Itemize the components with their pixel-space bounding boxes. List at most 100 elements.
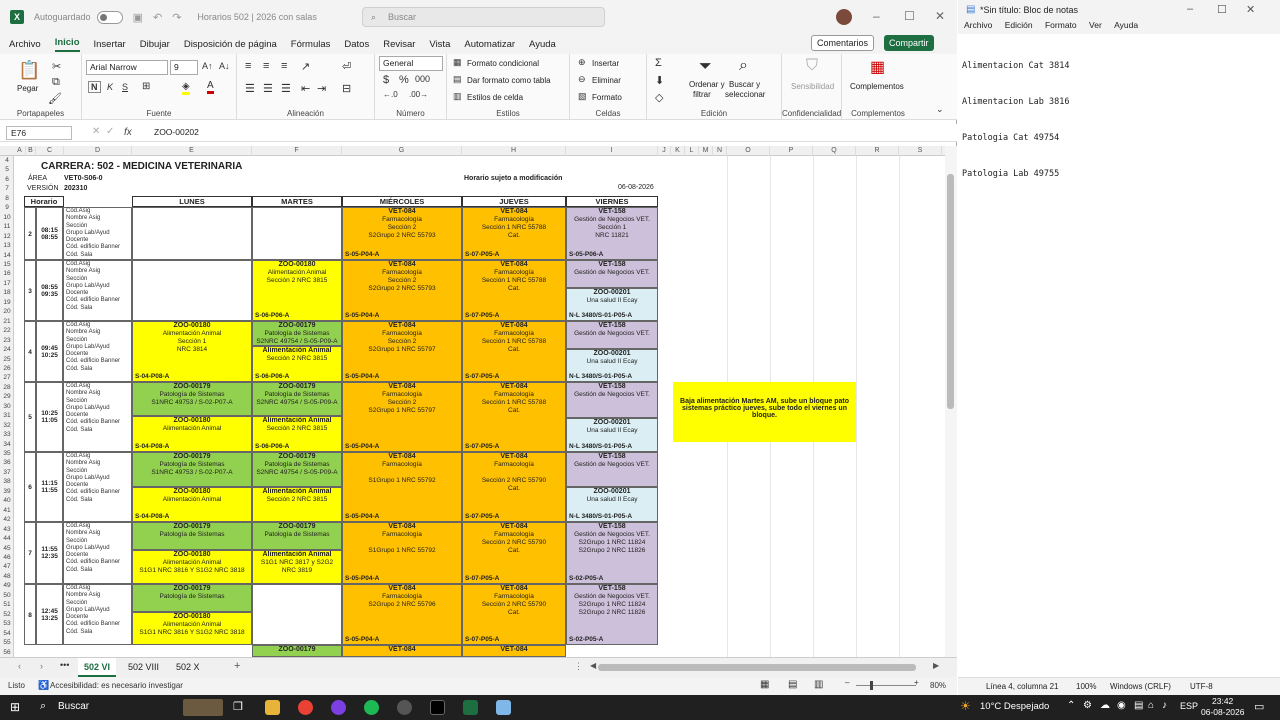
row-header[interactable]: 40	[0, 496, 14, 505]
volume-icon[interactable]: ♪	[1162, 700, 1167, 711]
align-left-icon[interactable]: ☰	[245, 82, 255, 95]
page-layout-icon[interactable]: ▤	[788, 679, 797, 690]
minimize-icon[interactable]: –	[873, 9, 880, 23]
np-menu-formato[interactable]: Formato	[1045, 20, 1077, 30]
close-icon[interactable]: ✕	[935, 9, 945, 23]
tray-icon[interactable]: ◉	[1117, 700, 1126, 711]
tray-chevron-icon[interactable]: ⌃	[1067, 700, 1075, 711]
menu-inicio[interactable]: Inicio	[54, 37, 80, 52]
col-header[interactable]: Q	[813, 146, 856, 156]
row-header[interactable]: 36	[0, 458, 14, 467]
row-header[interactable]: 14	[0, 251, 14, 260]
sticky-note[interactable]: Baja alimentación Martes AM, sube un blo…	[673, 382, 856, 442]
schedule-cell[interactable]: ZOO-00179 Patología de Sistemas S1NRC 4975…	[132, 452, 252, 487]
schedule-cell[interactable]: VET-084 Farmacología Sección 2 S2Grupo 2 NR…	[342, 260, 462, 321]
schedule-cell[interactable]: VET-084	[462, 645, 566, 657]
maximize-icon[interactable]: ☐	[904, 9, 915, 23]
comments-button[interactable]: Comentarios	[811, 35, 875, 51]
schedule-cell[interactable]: ZOO-00180 Alimentación Animal S1G1 NRC 381…	[132, 550, 252, 584]
underline-icon[interactable]: S	[122, 82, 128, 92]
vertical-scroll-thumb[interactable]	[947, 174, 954, 409]
sensitivity-icon[interactable]: ⛉	[806, 57, 818, 75]
add-sheet-icon[interactable]: +	[234, 660, 240, 672]
row-header[interactable]: 21	[0, 317, 14, 326]
insert-cells-button[interactable]: Insertar	[592, 59, 619, 68]
row-header[interactable]: 8	[0, 194, 14, 203]
schedule-cell-empty[interactable]	[132, 260, 252, 321]
col-header[interactable]: A	[14, 146, 26, 156]
weather-text[interactable]: 10°C Despejado	[980, 701, 1049, 712]
col-header[interactable]: H	[462, 146, 566, 156]
schedule-cell[interactable]: VET-158 Gestión de Negocios VET.	[566, 382, 658, 418]
schedule-cell[interactable]: VET-084 Farmacología Sección 2 S2Grupo 2 NR…	[342, 207, 462, 260]
schedule-cell[interactable]: VET-084 Farmacología Sección 2 NRC 55790 Ca…	[462, 522, 566, 584]
schedule-cell[interactable]: ZOO-00201 Una salud II Ecay N-L 3480/S-01-…	[566, 349, 658, 382]
copy-icon[interactable]: ⧉	[52, 76, 60, 89]
cond-format-button[interactable]: Formato condicional	[467, 59, 539, 68]
increase-decimal-icon[interactable]: ←.0	[383, 90, 398, 99]
sort-filter-label-1[interactable]: Ordenar y	[689, 80, 725, 89]
schedule-cell[interactable]: VET-158 Gestión de Negocios VET. Sección 1…	[566, 207, 658, 260]
row-header[interactable]: 44	[0, 534, 14, 543]
schedule-cell[interactable]: ZOO-00201 Una salud II Ecay N-L 3480/S-01-…	[566, 418, 658, 452]
menu-revisar[interactable]: Revisar	[383, 39, 415, 50]
row-header[interactable]: 24	[0, 345, 14, 354]
row-header[interactable]: 27	[0, 373, 14, 382]
spotify-icon[interactable]	[364, 700, 379, 715]
clear-icon[interactable]: ◇	[655, 91, 663, 104]
network-icon[interactable]: ⌂	[1148, 700, 1154, 711]
tab-502-vi[interactable]: 502 VI	[78, 658, 117, 677]
schedule-cell-empty[interactable]	[252, 584, 342, 645]
schedule-cell[interactable]: VET-084 Farmacología Sección 2 S2Grupo 1 NR…	[342, 382, 462, 452]
menu-vista[interactable]: Vista	[429, 39, 450, 50]
row-header[interactable]: 5	[0, 165, 14, 174]
schedule-cell[interactable]: ZOO-00201 Una salud II Ecay N-L 3480/S-01-…	[566, 288, 658, 321]
schedule-cell[interactable]: ZOO-00180 Alimentación Animal S-04-P08-A	[132, 416, 252, 452]
autosum-icon[interactable]: Σ	[655, 57, 662, 69]
fill-icon[interactable]: ⬇	[655, 74, 664, 87]
tab-next-icon[interactable]: ›	[40, 661, 43, 671]
row-header[interactable]: 4	[0, 156, 14, 165]
undo-icon[interactable]: ↶	[153, 11, 162, 24]
schedule-cell[interactable]: Alimentación Animal Sección 2 NRC 3815 S-0…	[252, 346, 342, 382]
row-header[interactable]: 54	[0, 629, 14, 638]
header-jueves[interactable]: JUEVES	[462, 196, 566, 207]
format-painter-icon[interactable]: 🖌	[48, 92, 62, 105]
np-menu-ayuda[interactable]: Ayuda	[1114, 20, 1138, 30]
autosave-toggle[interactable]	[96, 10, 123, 24]
col-header[interactable]: J	[658, 146, 671, 156]
schedule-cell[interactable]: VET-084 Farmacología S1Grupo 1 NRC 55792 S-…	[342, 522, 462, 584]
col-header[interactable]: R	[856, 146, 899, 156]
capcut-icon[interactable]	[430, 700, 445, 715]
row-header[interactable]: 55	[0, 638, 14, 647]
schedule-cell[interactable]: Alimentación Animal Sección 2 NRC 3815	[252, 487, 342, 522]
row-header[interactable]: 22	[0, 326, 14, 335]
row-header[interactable]: 10	[0, 213, 14, 222]
sensitivity-button[interactable]: Sensibilidad	[791, 82, 834, 91]
row-header[interactable]: 29	[0, 392, 14, 401]
cell-styles-button[interactable]: Estilos de celda	[467, 93, 523, 102]
row-header[interactable]: 28	[0, 383, 14, 392]
schedule-cell[interactable]: VET-084 Farmacología S2Grupo 2 NRC 55796 S-…	[342, 584, 462, 645]
schedule-cell[interactable]: ZOO-00180 Alimentación Animal Sección 2 NR…	[252, 260, 342, 321]
menu-datos[interactable]: Datos	[344, 39, 369, 50]
col-header[interactable]: P	[770, 146, 813, 156]
zoom-slider-thumb[interactable]	[870, 681, 873, 690]
notepad-maximize-icon[interactable]: ☐	[1217, 3, 1227, 16]
schedule-cell[interactable]: ZOO-00180 Alimentación Animal S1G1 NRC 381…	[132, 612, 252, 645]
schedule-cell[interactable]: VET-084 Farmacología Sección 1 NRC 55788 Ca…	[462, 260, 566, 321]
italic-icon[interactable]: K	[107, 82, 113, 92]
header-viernes[interactable]: VIERNES	[566, 196, 658, 207]
row-header[interactable]: 53	[0, 619, 14, 628]
decrease-decimal-icon[interactable]: .00→	[409, 90, 428, 99]
font-size-select[interactable]: 9	[170, 60, 198, 75]
bold-icon[interactable]: N	[88, 81, 101, 93]
row-header[interactable]: 20	[0, 307, 14, 316]
zoom-out-icon[interactable]: –	[845, 678, 849, 687]
schedule-cell[interactable]: ZOO-00179 Patología de Sistemas S2NRC 4975…	[252, 382, 342, 416]
ribbon-collapse-icon[interactable]: ⌄	[936, 104, 944, 115]
tab-502-viii[interactable]: 502 VIII	[122, 658, 165, 677]
row-header[interactable]: 18	[0, 288, 14, 297]
table-format-button[interactable]: Dar formato como tabla	[467, 76, 551, 85]
row-header[interactable]: 9	[0, 203, 14, 212]
